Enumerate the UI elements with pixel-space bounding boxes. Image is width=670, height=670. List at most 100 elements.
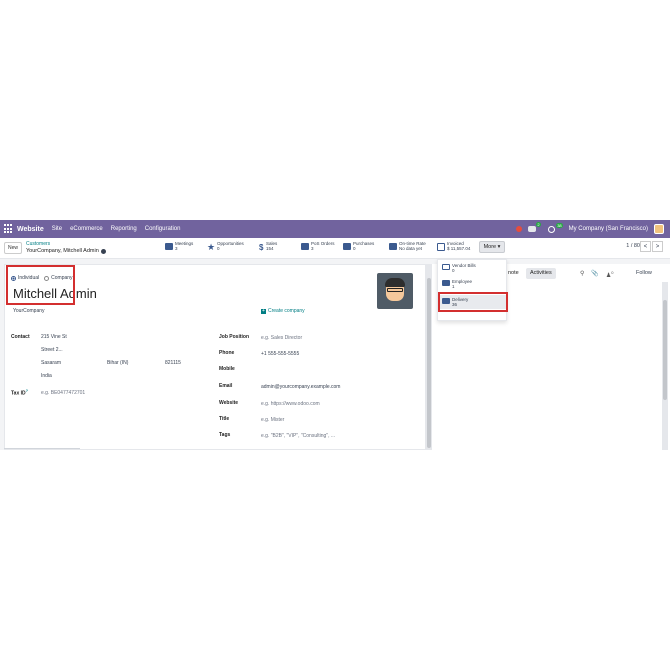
avatar-hair [385, 278, 405, 287]
search-icon[interactable]: ⚲ [580, 270, 584, 279]
plus-icon: + [261, 307, 266, 314]
navbar-systray: 2 38 My Company (San Francisco) [515, 220, 664, 238]
meetings-value: 3 [175, 246, 178, 251]
app-menu-icon[interactable] [4, 224, 14, 234]
form-sheet: Individual Company Mitchell Admin YourCo… [4, 264, 426, 450]
chat-icon[interactable]: 2 [527, 222, 541, 232]
followers-count: 0 [611, 270, 614, 275]
tags-label: Tags [219, 432, 231, 438]
breadcrumb-customers[interactable]: Customers [26, 241, 50, 247]
sheet-divider [4, 448, 80, 449]
smart-button-pos-orders[interactable]: PoS Orders 3 [301, 241, 335, 256]
purchases-value: 0 [353, 246, 356, 251]
pager-next-button[interactable]: > [652, 241, 663, 252]
pos-orders-label: PoS Orders [311, 241, 335, 246]
user-avatar[interactable] [654, 224, 664, 234]
sales-value: 154 [266, 246, 274, 251]
smart-button-on-time-rate[interactable]: On-time Rate No data yet [389, 241, 426, 256]
phone-label: Phone [219, 350, 235, 356]
job-position-field[interactable]: e.g. Sales Director [261, 335, 302, 341]
chat-badge: 2 [536, 222, 541, 227]
street-field[interactable]: 215 Vine St [41, 334, 67, 340]
new-button[interactable]: New [4, 242, 23, 254]
country-field[interactable]: India [41, 373, 52, 379]
smart-button-purchases[interactable]: Purchases 0 [343, 241, 374, 256]
app-name[interactable]: Website [17, 226, 44, 233]
credit-card-icon [343, 243, 351, 250]
pencil-square-icon [442, 264, 450, 270]
highlight-box-name [6, 265, 75, 305]
on-time-rate-value: No data yet [399, 246, 423, 251]
control-panel: New Customers YourCompany, Mitchell Admi… [0, 238, 670, 259]
menu-configuration[interactable]: Configuration [145, 226, 181, 232]
opportunities-label: Opportunities [217, 241, 244, 246]
title-field[interactable]: e.g. Mister [261, 417, 284, 423]
activity-badge: 38 [556, 222, 563, 228]
email-label: Email [219, 383, 233, 389]
truck-icon [389, 243, 397, 250]
company-switcher[interactable]: My Company (San Francisco) [569, 226, 648, 232]
chatter-scrollbar-thumb[interactable] [663, 300, 667, 400]
state-field[interactable]: Bihar (IN) [107, 360, 128, 366]
city-field[interactable]: Sasaram [41, 360, 61, 366]
menu-reporting[interactable]: Reporting [111, 226, 137, 232]
mobile-label: Mobile [219, 366, 235, 372]
opportunities-value: 0 [217, 246, 220, 251]
more-button[interactable]: More ▾ [479, 241, 505, 253]
star-icon: ★ [207, 242, 216, 252]
debug-icon[interactable] [515, 226, 522, 232]
avatar-glasses [387, 288, 403, 292]
pager-prev-button[interactable]: < [640, 241, 651, 252]
pager-value[interactable]: 1 / 80 [626, 243, 640, 249]
tax-id-field[interactable]: e.g. BE0477472701 [41, 390, 85, 396]
smart-button-invoiced[interactable]: Invoiced $ 11,557.04 [437, 241, 470, 256]
menu-ecommerce[interactable]: eCommerce [70, 226, 103, 232]
smart-button-sales[interactable]: $ Sales 154 [259, 241, 277, 256]
zip-field[interactable]: 821115 [165, 360, 181, 366]
website-field[interactable]: e.g. https://www.odoo.com [261, 401, 320, 407]
activity-clock-icon[interactable]: 38 [547, 222, 563, 233]
smart-button-meetings[interactable]: Meetings 3 [165, 241, 193, 256]
vendor-bills-value: 0 [452, 268, 455, 273]
calendar-icon [165, 243, 173, 250]
street2-field[interactable]: Street 2... [41, 347, 63, 353]
shop-icon [301, 243, 309, 250]
invoiced-value: $ 11,557.04 [447, 246, 471, 251]
breadcrumb-current-label: YourCompany, Mitchell Admin [26, 248, 99, 254]
activities-button[interactable]: Activities [526, 268, 556, 279]
create-company-button[interactable]: + Create company [261, 308, 305, 314]
partner-avatar[interactable] [377, 273, 413, 309]
odoo-app: Website Site eCommerce Reporting Configu… [0, 220, 670, 450]
email-field[interactable]: admin@yourcompany.example.com [261, 384, 340, 390]
create-company-label: Create company [268, 308, 305, 314]
dollar-icon: $ [259, 243, 264, 252]
website-label: Website [219, 400, 239, 406]
id-card-icon [442, 280, 450, 286]
company-name-field[interactable]: YourCompany [13, 308, 45, 314]
menu-site[interactable]: Site [52, 226, 62, 232]
follow-button[interactable]: Follow [636, 270, 652, 276]
gear-icon[interactable] [100, 248, 106, 254]
followers-icon[interactable]: ♟0 [606, 270, 614, 279]
paperclip-icon[interactable]: 📎 [591, 270, 598, 279]
purchases-label: Purchases [353, 241, 375, 246]
form-scrollbar-thumb[interactable] [427, 278, 431, 448]
top-navbar: Website Site eCommerce Reporting Configu… [0, 220, 670, 238]
dropdown-item-vendor-bills[interactable]: Vendor Bills 0 [440, 261, 506, 275]
phone-field[interactable]: +1 555-555-5555 [261, 351, 299, 357]
employee-value: 1 [452, 284, 455, 289]
tax-id-help-icon[interactable]: ? [26, 388, 28, 393]
dropdown-item-employee[interactable]: Employee 1 [440, 277, 506, 291]
title-label: Title [219, 416, 230, 422]
tags-field[interactable]: e.g. "B2B", "VIP", "Consulting", ... [261, 433, 335, 439]
highlight-box-delivery [438, 292, 508, 312]
tax-id-label: Tax ID? [11, 388, 28, 397]
contact-label: Contact [11, 334, 30, 340]
breadcrumb-current: YourCompany, Mitchell Admin [26, 248, 106, 254]
chatter-icons: ⚲ 📎 ♟0 [580, 270, 614, 279]
smart-button-opportunities[interactable]: ★ Opportunities 0 [207, 241, 244, 256]
pencil-square-icon [437, 243, 445, 251]
more-dropdown-menu: Vendor Bills 0 Employee 1 Delivery 36 [437, 259, 508, 321]
pos-orders-value: 3 [311, 246, 314, 251]
job-position-label: Job Position [219, 334, 249, 340]
